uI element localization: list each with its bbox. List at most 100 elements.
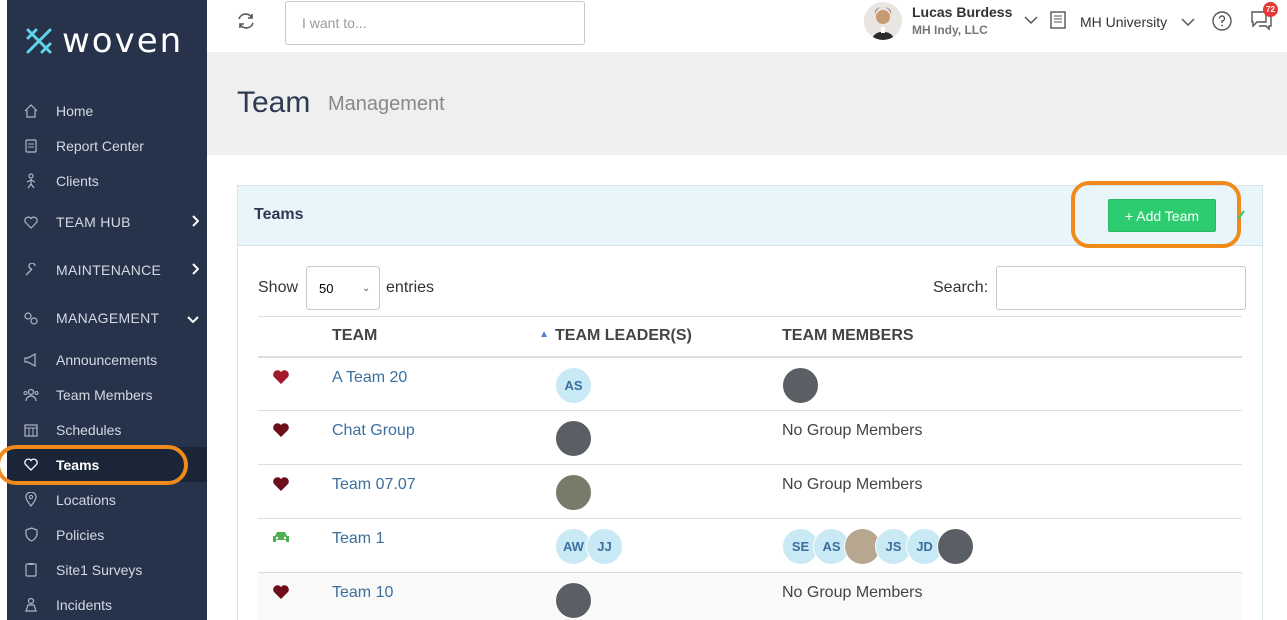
panel-title: Teams [254,206,304,223]
megaphone-icon [23,352,39,368]
car-icon [272,531,290,548]
leaders-cell: AW JJ [555,518,782,573]
sidebar-item-incidents[interactable]: Incidents [7,587,207,620]
sidebar-item-label: Schedules [56,421,122,438]
table-header-icon [258,316,332,358]
add-team-button[interactable]: + Add Team [1108,199,1216,232]
row-icon-cell [258,410,332,465]
sidebar-item-report-center[interactable]: Report Center [7,128,207,163]
leader-avatar-photo[interactable] [555,582,592,619]
user-menu[interactable]: Lucas Burdess MH Indy, LLC [864,2,1038,40]
brand-logo[interactable]: woven [24,24,183,58]
page-size-select[interactable]: 50 [306,266,381,310]
university-menu[interactable]: MH University [1050,11,1195,32]
heart-icon [272,369,290,389]
leaders-cell [555,464,782,519]
chevron-down-icon [1181,14,1195,30]
row-icon-cell [258,464,332,519]
sidebar-section-management[interactable]: MANAGEMENT [7,294,207,342]
book-icon [1050,11,1066,32]
notification-badge: 72 [1263,2,1278,17]
gears-icon [23,310,39,326]
chevron-right-icon [191,262,200,278]
wrench-icon [23,262,39,278]
chevron-down-icon [1024,12,1038,30]
row-icon-cell [258,356,332,411]
table-row: Team 1 AW JJ SE AS JS JD [258,518,1242,573]
no-members-text: No Group Members [782,476,923,493]
sidebar-item-locations[interactable]: Locations [7,482,207,517]
team-name-cell: Team 07.07 [332,464,555,519]
table-header-row: TEAM ▲ TEAM LEADER(S) TEAM MEMBERS [258,316,1242,358]
table-row: Team 07.07 No Group Members [258,464,1242,519]
heart-icon [272,423,290,442]
help-icon[interactable] [1212,11,1232,36]
sidebar-item-label: Clients [56,172,99,189]
row-icon-cell [258,518,332,573]
team-name-cell: Chat Group [332,410,555,465]
page-subtitle: Management [328,93,445,115]
table-header-team[interactable]: TEAM ▲ [332,316,555,358]
sidebar-section-maintenance[interactable]: MAINTENANCE [7,246,207,294]
i-want-to-input[interactable] [285,1,585,45]
members-cell: No Group Members [782,464,1242,519]
table-row: Team 10 No Group Members [258,572,1242,620]
team-name-cell: A Team 20 [332,356,555,411]
teams-table: TEAM ▲ TEAM LEADER(S) TEAM MEMBERS A Team… [258,316,1242,620]
sidebar-item-clients[interactable]: Clients [7,163,207,198]
sidebar-item-schedules[interactable]: Schedules [7,412,207,447]
sidebar-item-policies[interactable]: Policies [7,517,207,552]
brand-name: woven [62,21,184,61]
pin-icon[interactable] [1236,208,1246,226]
company-name: MH Indy, LLC [912,23,988,37]
team-link[interactable]: A Team 20 [332,369,407,386]
table-header-members[interactable]: TEAM MEMBERS [782,316,1242,358]
leader-avatar[interactable]: JJ [586,528,623,565]
members-cell: No Group Members [782,572,1242,620]
sidebar-section-team-hub[interactable]: TEAM HUB [7,198,207,246]
team-link[interactable]: Team 10 [332,584,393,601]
table-row: Chat Group No Group Members [258,410,1242,465]
members-cell: SE AS JS JD [782,518,1242,573]
heart-icon [272,585,290,604]
members-cell [782,356,1242,411]
team-name-cell: Team 10 [332,572,555,620]
sidebar: woven Home Report Center Clients TEAM HU… [7,0,207,620]
people-icon [23,387,39,403]
sidebar-section-label: MAINTENANCE [56,262,162,278]
header-label: TEAM LEADER(S) [555,327,692,345]
member-avatar-photo[interactable] [782,366,819,404]
sidebar-item-label: Teams [56,456,100,473]
top-bar: Lucas Burdess MH Indy, LLC MH University… [207,0,1287,52]
leader-avatar-photo[interactable] [555,474,592,511]
sidebar-item-label: Incidents [56,596,113,613]
sidebar-item-announcements[interactable]: Announcements [7,342,207,377]
refresh-icon[interactable] [235,10,257,32]
panel-header: Teams + Add Team [238,181,1262,248]
sidebar-item-home[interactable]: Home [7,93,207,128]
sidebar-item-site1-surveys[interactable]: Site1 Surveys [7,552,207,587]
search-input[interactable] [996,266,1247,310]
heart-icon [23,214,39,230]
leader-avatar[interactable]: AS [555,366,592,404]
members-cell: No Group Members [782,410,1242,465]
sidebar-item-label: Policies [56,526,105,543]
table-header-leaders[interactable]: TEAM LEADER(S) [555,316,782,358]
sidebar-item-label: Home [56,102,94,119]
member-avatar-photo[interactable] [937,528,974,565]
sidebar-item-label: Report Center [56,137,144,154]
sidebar-nav: Home Report Center Clients TEAM HUB MAIN… [7,93,207,620]
team-link[interactable]: Team 07.07 [332,476,416,493]
sidebar-item-team-members[interactable]: Team Members [7,377,207,412]
leader-avatar-photo[interactable] [555,420,592,457]
report-icon [23,138,39,154]
header-label: TEAM [332,327,378,345]
team-link[interactable]: Chat Group [332,422,415,439]
search-label: Search: [933,279,989,296]
team-link[interactable]: Team 1 [332,530,384,547]
team-name-cell: Team 1 [332,518,555,573]
leaders-cell [555,410,782,465]
chevron-down-icon [187,310,199,326]
clients-icon [23,172,39,189]
sidebar-item-teams[interactable]: Teams [7,447,207,482]
